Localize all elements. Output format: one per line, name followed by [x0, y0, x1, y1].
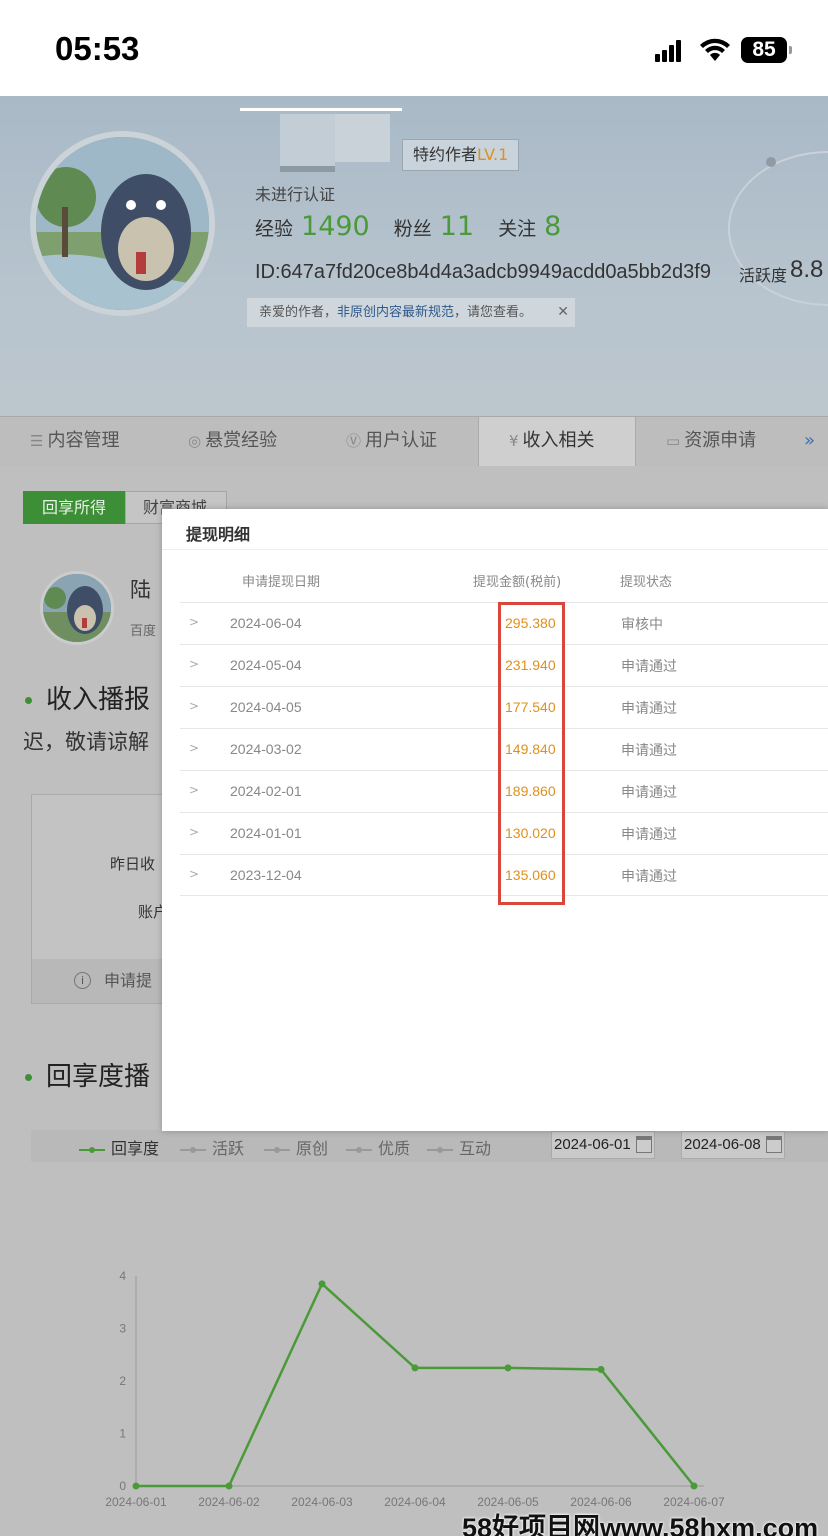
- expand-chevron-icon[interactable]: >: [189, 867, 199, 881]
- expand-chevron-icon[interactable]: >: [189, 657, 199, 671]
- row-date: 2024-02-01: [230, 783, 302, 799]
- row-status: 申请通过: [621, 869, 677, 885]
- watermark: 58好项目网www.58hxm.com: [462, 1513, 819, 1536]
- header-apply-date: 申请提现日期: [242, 575, 321, 590]
- row-status: 申请通过: [621, 701, 677, 717]
- row-date: 2024-04-05: [230, 699, 302, 715]
- withdrawal-details-modal: 提现明细 申请提现日期 提现金额(税前) 提现状态 >2024-06-04 295…: [162, 509, 828, 1131]
- expand-chevron-icon[interactable]: >: [189, 825, 199, 839]
- row-date: 2024-05-04: [230, 657, 302, 673]
- row-date: 2024-03-02: [230, 741, 302, 757]
- row-status: 申请通过: [621, 659, 677, 675]
- header-status: 提现状态: [620, 575, 673, 590]
- expand-chevron-icon[interactable]: >: [189, 615, 199, 629]
- amount-highlight-box: [498, 602, 565, 905]
- header-amount: 提现金额(税前): [473, 575, 562, 590]
- row-status: 申请通过: [621, 785, 677, 801]
- modal-title: 提现明细: [186, 525, 251, 544]
- row-status: 审核中: [621, 617, 663, 633]
- row-status: 申请通过: [621, 827, 677, 843]
- row-status: 申请通过: [621, 743, 677, 759]
- expand-chevron-icon[interactable]: >: [189, 699, 199, 713]
- row-date: 2024-01-01: [230, 825, 302, 841]
- expand-chevron-icon[interactable]: >: [189, 741, 199, 755]
- row-date: 2023-12-04: [230, 867, 302, 883]
- row-date: 2024-06-04: [230, 615, 302, 631]
- expand-chevron-icon[interactable]: >: [189, 783, 199, 797]
